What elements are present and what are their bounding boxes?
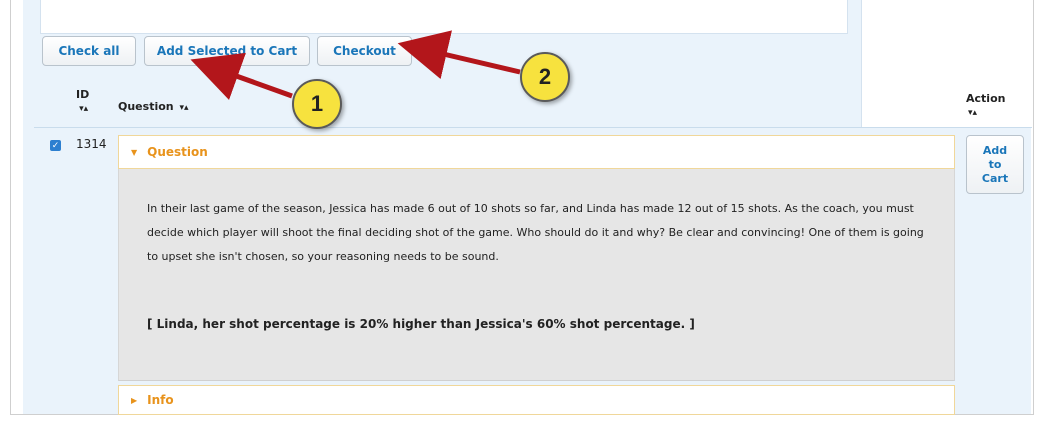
callout-badge-2: 2 [520,52,570,102]
callout-badge-1: 1 [292,79,342,129]
annotation-arrows [190,30,521,100]
arrow-1 [190,52,293,100]
arrow-2 [397,30,521,80]
